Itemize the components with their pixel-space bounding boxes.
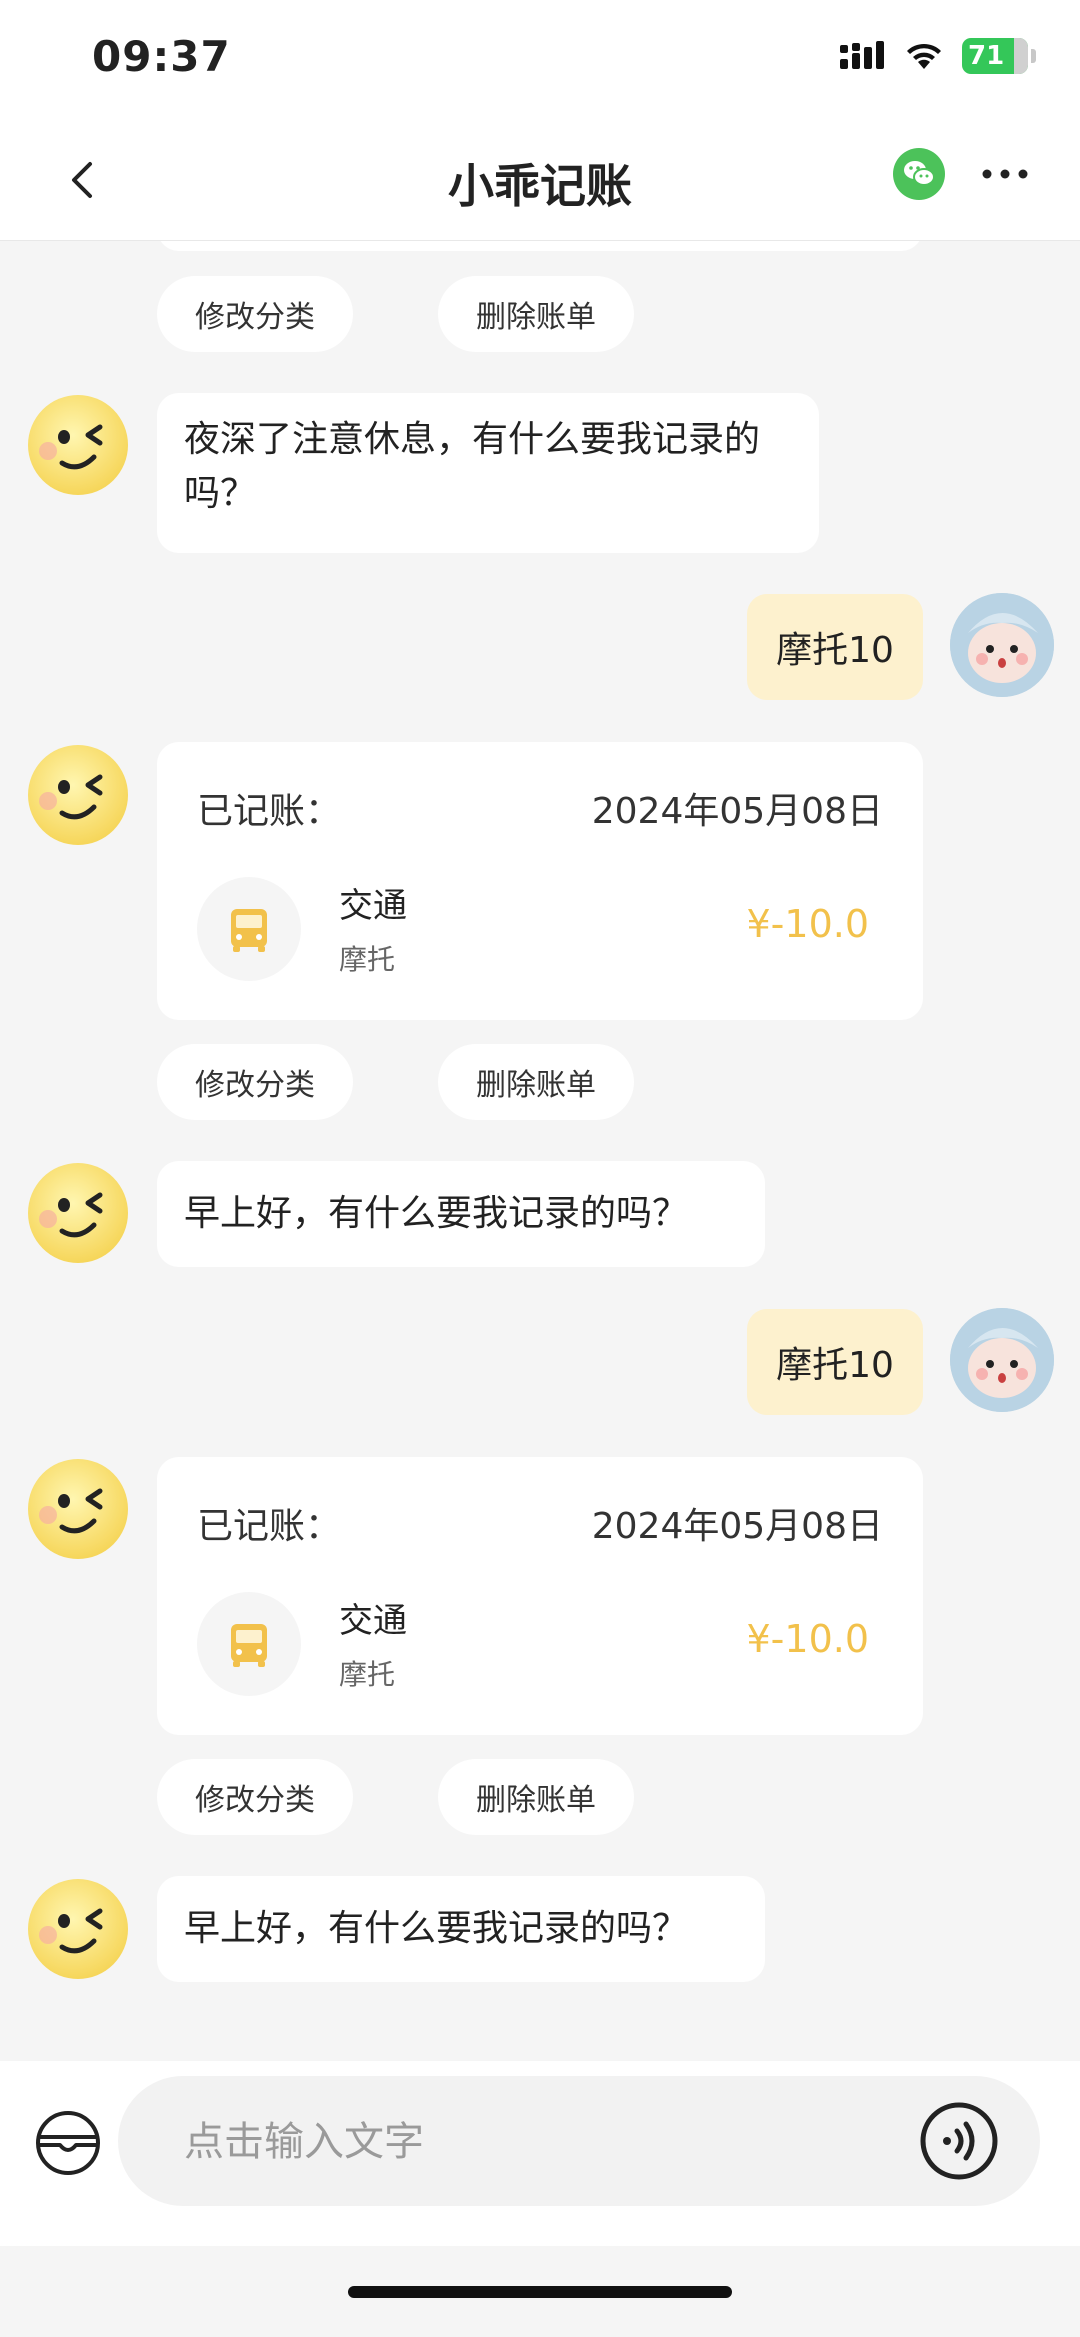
message-input-container — [118, 2076, 1040, 2208]
record-date: 2024年05月08日 — [591, 791, 883, 832]
wifi-icon — [907, 43, 941, 69]
status-icons: 71 — [840, 38, 1036, 74]
wechat-button[interactable] — [893, 148, 945, 200]
wallet-icon — [36, 2111, 100, 2175]
delete-bill-button[interactable]: 删除账单 — [438, 276, 634, 352]
bot-message-bubble: 夜深了注意休息，有什么要我记录的吗？ — [157, 393, 819, 553]
record-date: 2024年05月08日 — [591, 1506, 883, 1547]
record-amount: ¥-10.0 — [746, 902, 870, 946]
category-icon-container — [197, 1592, 301, 1696]
voice-icon — [920, 2102, 998, 2180]
bot-avatar-wink-icon — [28, 1459, 128, 1559]
more-options-button[interactable] — [975, 148, 1035, 200]
status-bar: 09:37 71 — [0, 0, 1080, 120]
chat-message-list[interactable]: 修改分类 删除账单 夜深了注意休息，有什么要我记录的吗？ 摩托10 已记账： 2… — [0, 241, 1080, 2061]
delete-bill-button[interactable]: 删除账单 — [438, 1044, 634, 1120]
user-message-bubble: 摩托10 — [747, 594, 923, 700]
record-category: 交通 — [339, 886, 407, 926]
message-input[interactable] — [182, 2076, 886, 2208]
user-avatar-image-icon — [950, 1308, 1054, 1412]
record-note: 摩托 — [339, 943, 396, 976]
bot-avatar-wink-icon — [28, 745, 128, 845]
bus-icon — [231, 909, 267, 952]
input-bar — [0, 2061, 1080, 2246]
record-note: 摩托 — [339, 1658, 396, 1691]
edit-category-button[interactable]: 修改分类 — [157, 276, 353, 352]
voice-input-button[interactable] — [917, 2099, 1001, 2183]
wallet-button[interactable] — [34, 2109, 102, 2177]
bot-avatar-wink-icon — [28, 395, 128, 495]
previous-record-card-edge — [157, 241, 923, 251]
edit-category-button[interactable]: 修改分类 — [157, 1759, 353, 1835]
delete-bill-button[interactable]: 删除账单 — [438, 1759, 634, 1835]
record-card[interactable]: 已记账： 2024年05月08日 交通 摩托 ¥-10.0 — [157, 1457, 923, 1735]
bot-message-bubble: 早上好，有什么要我记录的吗？ — [157, 1876, 765, 1982]
user-message-bubble: 摩托10 — [747, 1309, 923, 1415]
wechat-icon — [904, 161, 935, 186]
bus-icon — [231, 1624, 267, 1667]
battery-icon: 71 — [962, 38, 1036, 74]
user-avatar — [950, 593, 1054, 697]
edit-category-button[interactable]: 修改分类 — [157, 1044, 353, 1120]
battery-level: 71 — [968, 41, 1005, 71]
record-label: 已记账： — [197, 1506, 342, 1547]
nav-bar: 小乖记账 — [0, 120, 1080, 241]
record-category: 交通 — [339, 1601, 407, 1641]
record-card[interactable]: 已记账： 2024年05月08日 交通 摩托 ¥-10.0 — [157, 742, 923, 1020]
user-avatar-image-icon — [950, 593, 1054, 697]
bot-avatar-wink-icon — [28, 1163, 128, 1263]
home-indicator[interactable] — [348, 2286, 732, 2298]
home-bar — [0, 2246, 1080, 2337]
bot-message-bubble: 早上好，有什么要我记录的吗？ — [157, 1161, 765, 1267]
record-label: 已记账： — [197, 791, 342, 832]
more-dots-icon — [982, 169, 1028, 179]
user-avatar — [950, 1308, 1054, 1412]
record-amount: ¥-10.0 — [746, 1617, 870, 1661]
bot-avatar-wink-icon — [28, 1879, 128, 1979]
status-time: 09:37 — [92, 32, 231, 81]
category-icon-container — [197, 877, 301, 981]
cellular-signal-icon — [840, 41, 884, 69]
